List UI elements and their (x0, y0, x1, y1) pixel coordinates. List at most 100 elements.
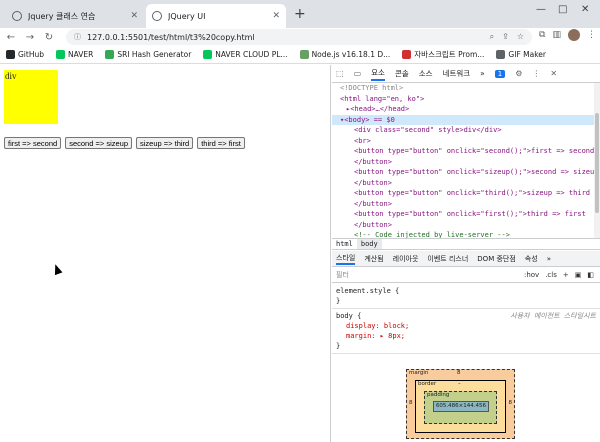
code-line[interactable]: </button> (332, 220, 600, 231)
tab-title: JQuery UI (168, 11, 206, 21)
breadcrumb-body[interactable]: body (356, 239, 382, 249)
margin-right-value[interactable]: 8 (509, 400, 513, 406)
tab-jquery-class[interactable]: Jquery 클래스 연습 ✕ (6, 4, 144, 28)
tab-layout[interactable]: 레이아웃 (393, 254, 419, 264)
code-line[interactable]: <html lang="en, ko"> (332, 94, 600, 105)
rule-selector[interactable]: body { (336, 312, 361, 320)
tab-computed[interactable]: 계산됨 (364, 254, 383, 264)
sidepanel-icon[interactable]: ▥ (552, 30, 561, 40)
device-toggle-icon[interactable]: ▭ (354, 69, 362, 78)
bookmark-nodejs[interactable]: Node.js v16.18.1 D... (299, 50, 391, 59)
tab-title: Jquery 클래스 연습 (28, 11, 96, 21)
paint-icon[interactable]: ▣ (575, 271, 582, 279)
maximize-button[interactable]: □ (558, 4, 567, 15)
tab-elements[interactable]: 요소 (371, 67, 385, 81)
address-bar[interactable]: ⓘ 127.0.0.1:5501/test/html/t3%20copy.htm… (66, 29, 532, 45)
bookmark-sri[interactable]: SRI Hash Generator (105, 50, 191, 59)
margin-left-value[interactable]: 8 (409, 400, 413, 406)
code-line[interactable]: </button> (332, 157, 600, 168)
code-line[interactable]: </button> (332, 199, 600, 210)
js-icon (402, 50, 412, 59)
tab-event-listeners[interactable]: 이벤트 리스너 (427, 254, 468, 264)
filter-input[interactable]: 필터 (336, 270, 524, 280)
code-line[interactable]: <div class="second" style>div</div> (332, 125, 600, 136)
tab-console[interactable]: 콘솔 (395, 68, 409, 79)
styles-filter: 필터 :hov .cls + ▣ ◧ (332, 267, 600, 283)
breadcrumb-html[interactable]: html (332, 239, 357, 249)
margin-top-value[interactable]: 8 (457, 370, 461, 376)
issues-badge[interactable]: 1 (494, 69, 506, 78)
border-top-value[interactable]: – (458, 381, 461, 387)
code-line[interactable]: ▸<head>…</head> (332, 104, 600, 115)
code-line[interactable]: <br> (332, 136, 600, 147)
bookmark-label: Node.js v16.18.1 D... (311, 50, 391, 59)
rule-selector[interactable]: element.style { (336, 286, 596, 296)
browser-toolbar: ← → ↻ ⓘ 127.0.0.1:5501/test/html/t3%20co… (0, 28, 600, 46)
box-model-padding[interactable]: padding 605.486×144.456 (424, 391, 497, 424)
code-line[interactable]: <button type="button" onclick="sizeup();… (332, 167, 600, 178)
more-tabs-icon[interactable]: » (480, 69, 485, 78)
reload-icon[interactable]: ↻ (41, 32, 57, 43)
rule-close: } (336, 342, 341, 350)
code-line[interactable]: <button type="button" onclick="third();"… (332, 188, 600, 199)
margin-label: margin (409, 370, 429, 376)
code-line[interactable]: <!-- Code injected by live-server --> (332, 230, 600, 238)
scroll-thumb[interactable] (595, 113, 599, 213)
property-margin[interactable]: margin: ▸ 8px; (336, 331, 596, 341)
sidebar-toggle-icon[interactable]: ◧ (587, 271, 594, 279)
bookmark-naver-cloud[interactable]: NAVER CLOUD PL... (203, 50, 288, 59)
code-line[interactable]: <button type="button" onclick="first();"… (332, 209, 600, 220)
nodejs-icon (299, 50, 309, 59)
tab-jquery-ui[interactable]: JQuery UI ✕ (146, 4, 286, 28)
box-model-margin[interactable]: margin 8 8 8 border – padding 605.486×14… (406, 369, 515, 439)
search-icon[interactable]: ⌕ (490, 32, 494, 42)
bookmark-star-icon[interactable]: ☆ (517, 32, 524, 42)
forward-icon[interactable]: → (22, 32, 38, 43)
cls-button[interactable]: .cls (545, 271, 557, 279)
share-icon[interactable]: ⇪ (502, 32, 509, 42)
bookmark-gif-maker[interactable]: GIF Maker (496, 50, 546, 59)
minimize-button[interactable]: — (536, 4, 546, 15)
more-subtabs-icon[interactable]: » (547, 255, 551, 263)
second-to-sizeup-button[interactable]: second => sizeup (65, 137, 132, 149)
bookmark-label: GitHub (18, 50, 44, 59)
bookmark-github[interactable]: GitHub (6, 50, 44, 59)
close-tab-icon[interactable]: ✕ (272, 11, 280, 21)
code-line[interactable]: </button> (332, 178, 600, 189)
tab-network[interactable]: 네트워크 (443, 68, 471, 79)
profile-avatar[interactable] (568, 29, 580, 41)
menu-kebab-icon[interactable]: ⋮ (587, 30, 596, 40)
tab-styles[interactable]: 스타일 (336, 253, 356, 265)
padding-label: padding (427, 392, 450, 398)
gear-icon[interactable]: ⚙ (515, 69, 522, 78)
elements-tree: <!DOCTYPE html> <html lang="en, ko"> ▸<h… (332, 83, 600, 238)
elements-scrollbar[interactable] (594, 83, 600, 238)
code-line[interactable]: <!DOCTYPE html> (332, 83, 600, 94)
code-line-selected[interactable]: ▾<body> == $0 (332, 114, 600, 125)
inspect-icon[interactable]: ⬚ (336, 69, 344, 78)
first-to-second-button[interactable]: first => second (4, 137, 62, 149)
bookmark-naver[interactable]: NAVER (56, 50, 93, 59)
code-line[interactable]: <button type="button" onclick="second();… (332, 146, 600, 157)
hov-button[interactable]: :hov (524, 271, 539, 279)
box-model-border[interactable]: border – padding 605.486×144.456 (415, 380, 506, 433)
body-rule: body {사용자 에이전트 스타일시트 display: block; mar… (332, 309, 600, 354)
third-to-first-button[interactable]: third => first (197, 137, 245, 149)
tab-properties[interactable]: 속성 (525, 254, 538, 264)
kebab-icon[interactable]: ⋮ (532, 69, 540, 78)
add-rule-button[interactable]: + (563, 271, 569, 279)
info-icon[interactable]: ⓘ (74, 32, 81, 42)
extensions-icon[interactable]: ⧉ (539, 30, 545, 40)
close-icon[interactable]: ✕ (550, 69, 557, 78)
box-model-content[interactable]: 605.486×144.456 (433, 401, 489, 412)
tab-dom-breakpoints[interactable]: DOM 중단점 (477, 254, 516, 264)
close-window-button[interactable]: ✕ (581, 4, 589, 15)
styles-subtabs: 스타일 계산됨 레이아웃 이벤트 리스너 DOM 중단점 속성 » (332, 251, 600, 267)
new-tab-button[interactable]: + (294, 6, 306, 22)
back-icon[interactable]: ← (3, 32, 19, 43)
close-tab-icon[interactable]: ✕ (130, 11, 138, 21)
tab-sources[interactable]: 소스 (419, 68, 433, 79)
property-display[interactable]: display: block; (336, 321, 596, 331)
bookmark-js-promise[interactable]: 자바스크립트 Prom... (402, 49, 484, 60)
sizeup-to-third-button[interactable]: sizeup => third (136, 137, 194, 149)
